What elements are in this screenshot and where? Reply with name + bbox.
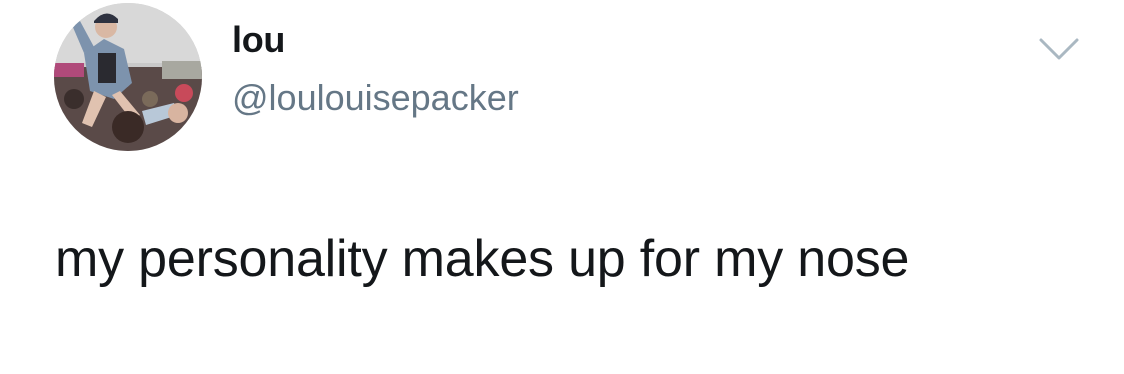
author-display-name[interactable]: lou xyxy=(232,22,285,58)
tweet-text: my personality makes up for my nose xyxy=(55,230,910,288)
avatar-photo xyxy=(54,3,202,151)
tweet-card: lou @loulouisepacker my personality make… xyxy=(0,0,1124,374)
chevron-down-icon[interactable] xyxy=(1038,36,1080,62)
author-avatar[interactable] xyxy=(54,3,202,151)
author-handle[interactable]: @loulouisepacker xyxy=(232,80,519,116)
